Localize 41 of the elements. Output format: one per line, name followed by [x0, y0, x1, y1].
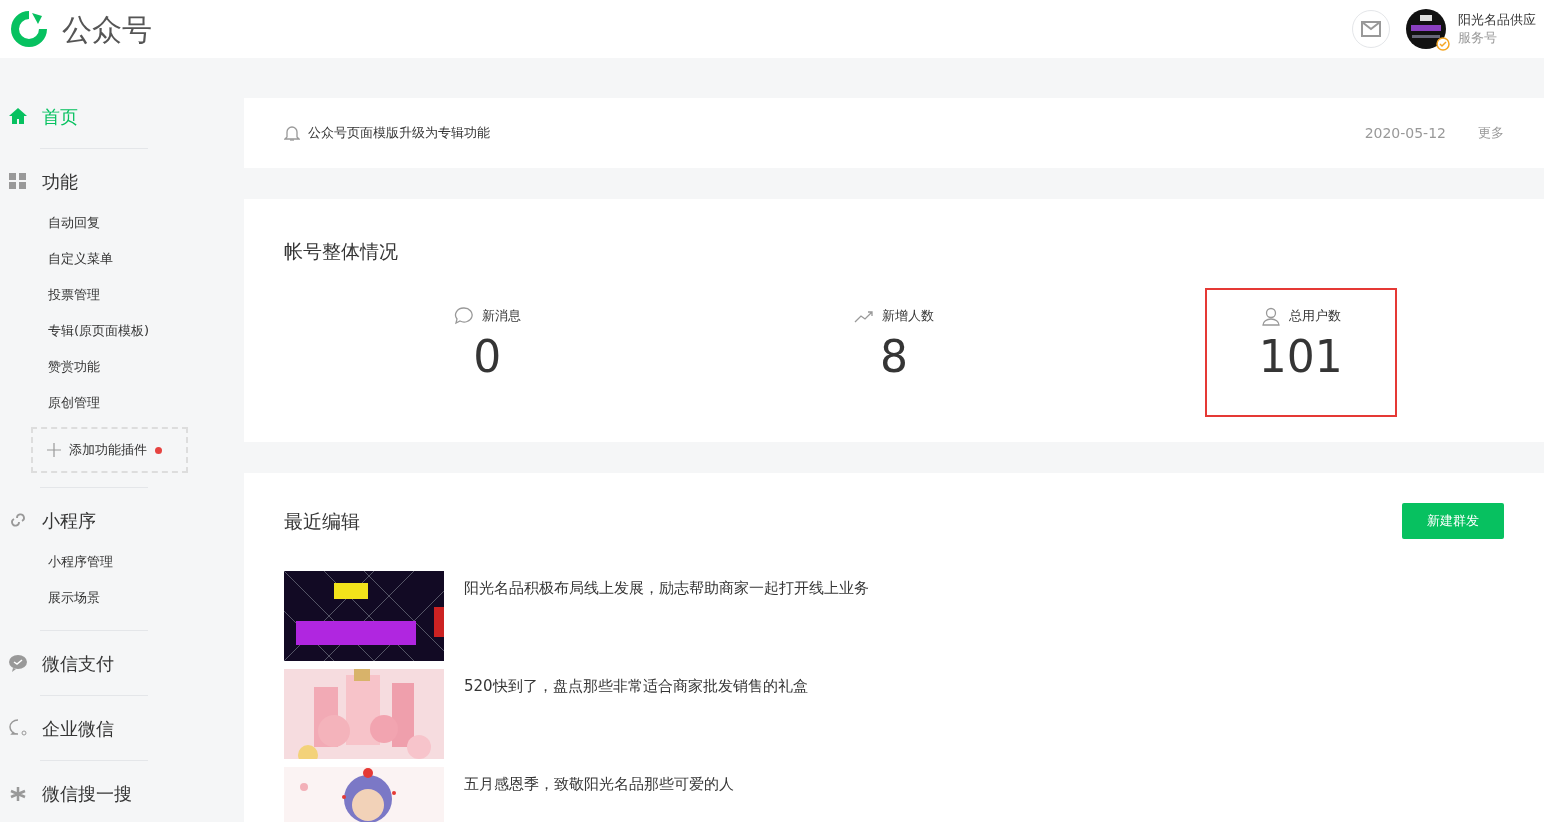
stat-value: 8 — [880, 329, 908, 384]
stat-value: 0 — [473, 329, 502, 384]
plus-icon — [47, 443, 61, 457]
nav-subitem[interactable]: 投票管理 — [8, 277, 244, 313]
nav-subitem[interactable]: 自定义菜单 — [8, 241, 244, 277]
mail-button[interactable] — [1352, 10, 1390, 48]
mail-icon — [1361, 21, 1381, 37]
speech-bubble-icon — [453, 305, 474, 326]
stat-label: 新消息 — [481, 306, 521, 325]
payment-icon — [8, 653, 28, 673]
nav-item[interactable]: 企业微信 — [8, 710, 244, 746]
nav-item[interactable]: 微信支付 — [8, 645, 244, 681]
section-title: 最近编辑 — [284, 508, 360, 534]
link-icon — [8, 510, 28, 530]
nav-item[interactable]: 微信搜一搜 — [8, 775, 244, 811]
article-title[interactable]: 五月感恩季，致敬阳光名品那些可爱的人 — [444, 767, 734, 822]
article-title[interactable]: 阳光名品积极布局线上发展，励志帮助商家一起打开线上业务 — [444, 571, 869, 669]
nav-subitem[interactable]: 赞赏功能 — [8, 349, 244, 385]
add-plugin-button[interactable]: 添加功能插件 — [31, 427, 188, 473]
account-name: 阳光名品供应 — [1458, 10, 1536, 29]
stat-value: 101 — [1258, 329, 1343, 384]
article-title[interactable]: 520快到了，盘点那些非常适合商家批发销售的礼盒 — [444, 669, 808, 767]
nav-subitem[interactable]: 原创管理 — [8, 385, 244, 421]
nav-subitem[interactable]: 展示场景 — [8, 580, 244, 616]
stat-label: 总用户数 — [1288, 306, 1341, 325]
grid-icon — [8, 171, 28, 191]
account-type: 服务号 — [1458, 29, 1498, 47]
logo-icon — [8, 9, 50, 49]
product-title: 公众号 — [62, 10, 152, 49]
section-title: 帐号整体情况 — [284, 239, 399, 264]
notice-date: 2020-05-12 — [1364, 123, 1446, 143]
home-icon — [8, 106, 28, 126]
stat-label: 新增人数 — [882, 306, 934, 325]
nav-item[interactable]: 小程序 — [8, 502, 244, 538]
nav-subitem[interactable]: 自动回复 — [8, 205, 244, 241]
nav-subitem[interactable]: 专辑(原页面模板) — [8, 313, 244, 349]
notice-text[interactable]: 公众号页面模版升级为专辑功能 — [308, 123, 490, 143]
nav-subitem[interactable]: 小程序管理 — [8, 544, 244, 580]
nav-item[interactable]: 功能 — [8, 163, 244, 199]
user-icon — [1260, 305, 1281, 326]
bell-icon — [284, 124, 300, 142]
